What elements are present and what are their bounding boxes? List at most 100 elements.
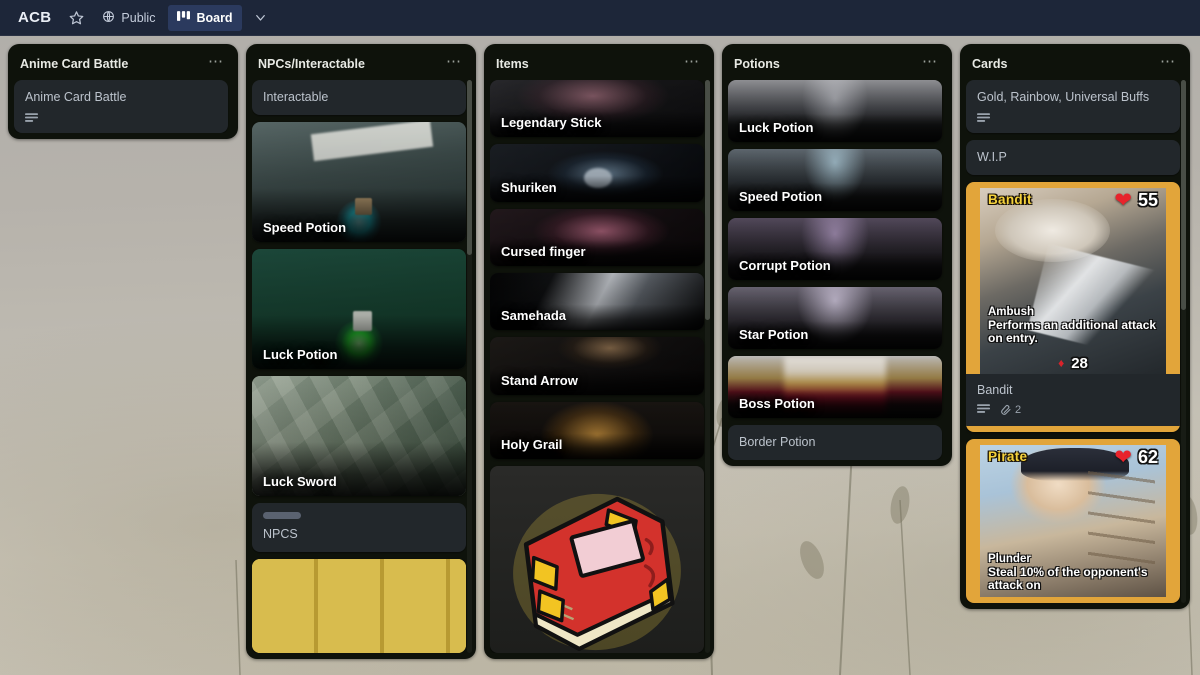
attack-icon: ♦ xyxy=(1058,356,1065,371)
card-badges xyxy=(977,113,1169,124)
card-title: Anime Card Battle xyxy=(25,90,127,104)
card-title: Bandit xyxy=(977,382,1013,397)
card-wip[interactable]: W.I.P xyxy=(966,139,1180,175)
card-label-chip[interactable] xyxy=(263,512,301,520)
list-menu-icon[interactable]: ⋯ xyxy=(918,54,942,72)
board-view-icon xyxy=(177,10,191,25)
health-stat: ❤ 62 xyxy=(1114,447,1158,468)
card-corrupt-potion[interactable]: Corrupt Potion xyxy=(728,218,942,280)
cover-gradient xyxy=(252,121,466,243)
list-menu-icon[interactable]: ⋯ xyxy=(1156,54,1180,72)
card-samehada[interactable]: Samehada xyxy=(490,273,704,331)
chevron-down-icon[interactable] xyxy=(248,5,274,31)
health-stat: ❤ 55 xyxy=(1114,190,1158,211)
cover-gradient xyxy=(252,249,466,370)
card-bandit[interactable]: Bandit ❤ 55 Ambush Performs an additiona… xyxy=(966,181,1180,432)
card-red-book[interactable] xyxy=(490,466,704,653)
card-cursed-finger[interactable]: Cursed finger xyxy=(490,208,704,267)
cover-gradient xyxy=(490,337,704,395)
card-holy-grail[interactable]: Holy Grail xyxy=(490,401,704,460)
board-lists: Anime Card Battle ⋯ Anime Card Battle NP… xyxy=(0,36,1200,675)
card-gold-rainbow-buffs[interactable]: Gold, Rainbow, Universal Buffs xyxy=(966,80,1180,133)
list-title: Potions xyxy=(734,57,780,71)
list-scrollbar-thumb[interactable] xyxy=(705,80,710,320)
card-legendary-stick[interactable]: Legendary Stick xyxy=(490,80,704,138)
visibility-chip[interactable]: Public xyxy=(93,5,164,31)
list-cards: Anime Card Battle xyxy=(14,80,234,133)
character-name: Bandit xyxy=(988,191,1032,207)
bandit-artwork-image xyxy=(980,187,1166,374)
list-header: Anime Card Battle ⋯ xyxy=(14,50,234,80)
card-title: Gold, Rainbow, Universal Buffs xyxy=(977,90,1150,104)
ability-block: Plunder Steal 10% of the opponent's atta… xyxy=(988,553,1160,593)
star-icon[interactable] xyxy=(63,5,89,31)
board-title[interactable]: ACB xyxy=(10,6,59,29)
card-boss-potion[interactable]: Boss Potion xyxy=(728,356,942,418)
visibility-label: Public xyxy=(121,10,156,25)
card-speed-potion[interactable]: Speed Potion xyxy=(252,121,466,243)
globe-icon xyxy=(102,10,115,26)
bandit-character-art: Bandit ❤ 55 Ambush Performs an additiona… xyxy=(980,187,1166,374)
board-view-label: Board xyxy=(196,10,233,25)
list-scrollbar-thumb[interactable] xyxy=(467,80,472,255)
card-title: W.I.P xyxy=(977,149,1007,164)
card-shuriken[interactable]: Shuriken xyxy=(490,144,704,202)
cover-gradient xyxy=(490,401,704,460)
list-npcs-interactable: NPCs/Interactable ⋯ Interactable Speed P… xyxy=(246,44,476,659)
card-cover-image xyxy=(252,559,466,653)
ability-name: Plunder xyxy=(988,552,1031,565)
list-title: Anime Card Battle xyxy=(20,57,129,71)
card-badges xyxy=(25,113,217,124)
list-menu-icon[interactable]: ⋯ xyxy=(680,54,704,72)
ability-name: Ambush xyxy=(988,305,1034,318)
card-luck-potion[interactable]: Luck Potion xyxy=(252,249,466,370)
description-icon xyxy=(25,113,38,124)
top-bar: ACB Public Board xyxy=(0,0,1200,36)
card-star-potion[interactable]: Star Potion xyxy=(728,287,942,349)
cover-gradient xyxy=(490,144,704,202)
list-scrollbar-thumb[interactable] xyxy=(1181,80,1186,310)
pirate-character-art: Pirate ❤ 62 Plunder Steal 10% of the opp… xyxy=(980,444,1166,597)
card-luck-potion[interactable]: Luck Potion xyxy=(728,80,942,142)
list-cards: Interactable Speed Potion Luck Potion Lu… xyxy=(252,80,472,653)
list-header: Items ⋯ xyxy=(490,50,710,80)
heart-icon: ❤ xyxy=(1114,188,1132,212)
cover-gradient xyxy=(490,80,704,138)
list-title: Cards xyxy=(972,57,1008,71)
card-cover-image xyxy=(490,466,704,653)
card-pirate[interactable]: Pirate ❤ 62 Plunder Steal 10% of the opp… xyxy=(966,438,1180,603)
paperclip-icon xyxy=(1000,404,1012,416)
health-value: 62 xyxy=(1137,446,1158,467)
cover-gradient xyxy=(728,218,942,280)
attachment-badge: 2 xyxy=(1000,404,1021,416)
card-badges: 2 xyxy=(977,404,1169,416)
board-view-button[interactable]: Board xyxy=(168,4,242,31)
list-cards: Gold, Rainbow, Universal Buffs W.I.P Ban… xyxy=(966,80,1186,603)
list-cards: Legendary Stick Shuriken Cursed finger S… xyxy=(490,80,710,653)
list-potions: Potions ⋯ Luck Potion Speed Potion Corru… xyxy=(722,44,952,466)
card-npcs[interactable]: NPCS xyxy=(252,503,466,553)
list-title: NPCs/Interactable xyxy=(258,57,365,71)
card-title: Interactable xyxy=(263,90,329,104)
list-title: Items xyxy=(496,57,529,71)
card-npc-floor[interactable] xyxy=(252,559,466,653)
card-stand-arrow[interactable]: Stand Arrow xyxy=(490,337,704,395)
character-name: Pirate xyxy=(988,448,1028,464)
list-cards-deck: Cards ⋯ Gold, Rainbow, Universal Buffs W… xyxy=(960,44,1190,609)
card-footer: Bandit 2 xyxy=(966,373,1180,426)
list-menu-icon[interactable]: ⋯ xyxy=(204,54,228,72)
ability-description: Steal 10% of the opponent's attack on xyxy=(988,564,1148,593)
card-border-potion[interactable]: Border Potion xyxy=(728,425,942,460)
card-anime-card-battle[interactable]: Anime Card Battle xyxy=(14,80,228,133)
heart-icon: ❤ xyxy=(1114,445,1132,469)
list-menu-icon[interactable]: ⋯ xyxy=(442,54,466,72)
card-speed-potion[interactable]: Speed Potion xyxy=(728,149,942,211)
card-title: NPCS xyxy=(263,527,298,542)
card-interactable[interactable]: Interactable xyxy=(252,80,466,115)
cover-gradient xyxy=(490,208,704,267)
attack-stat: ♦ 28 xyxy=(980,355,1166,372)
ability-block: Ambush Performs an additional attack on … xyxy=(988,306,1160,346)
card-luck-sword[interactable]: Luck Sword xyxy=(252,376,466,497)
card-title: Border Potion xyxy=(739,435,816,449)
red-storybook-icon xyxy=(490,466,704,653)
